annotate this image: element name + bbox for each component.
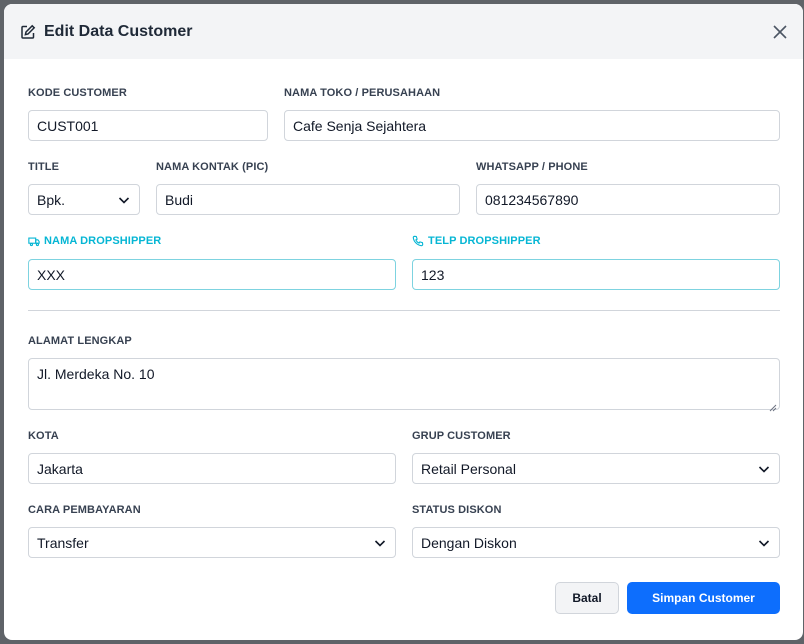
modal-header: Edit Data Customer — [4, 4, 803, 59]
grup-customer-label: GRUP CUSTOMER — [412, 430, 511, 442]
chevron-down-icon — [757, 462, 771, 476]
kode-customer-input[interactable]: CUST001 — [28, 110, 268, 141]
cara-pembayaran-select[interactable]: Transfer — [28, 527, 396, 558]
nama-kontak-input[interactable]: Budi — [156, 184, 460, 215]
chevron-down-icon — [117, 193, 131, 207]
close-icon[interactable] — [771, 23, 789, 41]
status-diskon-value: Dengan Diskon — [421, 534, 517, 551]
grup-customer-value: Retail Personal — [421, 460, 516, 477]
alamat-value: Jl. Merdeka No. 10 — [37, 366, 155, 382]
section-divider — [28, 310, 780, 311]
modal-title: Edit Data Customer — [44, 22, 193, 40]
whatsapp-input[interactable]: 081234567890 — [476, 184, 780, 215]
status-diskon-label: STATUS DISKON — [412, 504, 502, 516]
phone-icon — [412, 235, 424, 247]
edit-icon — [20, 24, 36, 40]
nama-dropshipper-label-text: NAMA DROPSHIPPER — [44, 235, 162, 247]
kota-label: KOTA — [28, 430, 59, 442]
telp-dropshipper-input[interactable]: 123 — [412, 259, 780, 290]
nama-toko-label: NAMA TOKO / PERUSAHAAN — [284, 87, 441, 99]
status-diskon-select[interactable]: Dengan Diskon — [412, 527, 780, 558]
whatsapp-label: WHATSAPP / PHONE — [476, 161, 588, 173]
kota-input[interactable]: Jakarta — [28, 453, 396, 484]
alamat-label: ALAMAT LENGKAP — [28, 335, 132, 347]
cara-pembayaran-label: CARA PEMBAYARAN — [28, 504, 141, 516]
title-select[interactable]: Bpk. — [28, 184, 140, 215]
alamat-textarea[interactable]: Jl. Merdeka No. 10 — [28, 358, 780, 412]
telp-dropshipper-label: TELP DROPSHIPPER — [412, 235, 541, 247]
save-customer-button[interactable]: Simpan Customer — [627, 582, 780, 614]
edit-customer-modal: Edit Data Customer KODE CUSTOMER CUST001… — [4, 4, 803, 640]
nama-toko-input[interactable]: Cafe Senja Sejahtera — [284, 110, 780, 141]
nama-dropshipper-input[interactable]: XXX — [28, 259, 396, 290]
truck-icon — [28, 237, 40, 246]
kode-customer-label: KODE CUSTOMER — [28, 87, 127, 99]
nama-kontak-label: NAMA KONTAK (PIC) — [156, 161, 269, 173]
chevron-down-icon — [757, 536, 771, 550]
grup-customer-select[interactable]: Retail Personal — [412, 453, 780, 484]
cara-pembayaran-value: Transfer — [37, 534, 89, 551]
telp-dropshipper-label-text: TELP DROPSHIPPER — [428, 235, 541, 247]
cancel-button[interactable]: Batal — [555, 582, 619, 614]
title-select-value: Bpk. — [37, 191, 66, 208]
title-label: TITLE — [28, 161, 60, 173]
resize-grip-icon[interactable] — [769, 399, 777, 412]
nama-dropshipper-label: NAMA DROPSHIPPER — [28, 235, 161, 247]
chevron-down-icon — [373, 536, 387, 550]
